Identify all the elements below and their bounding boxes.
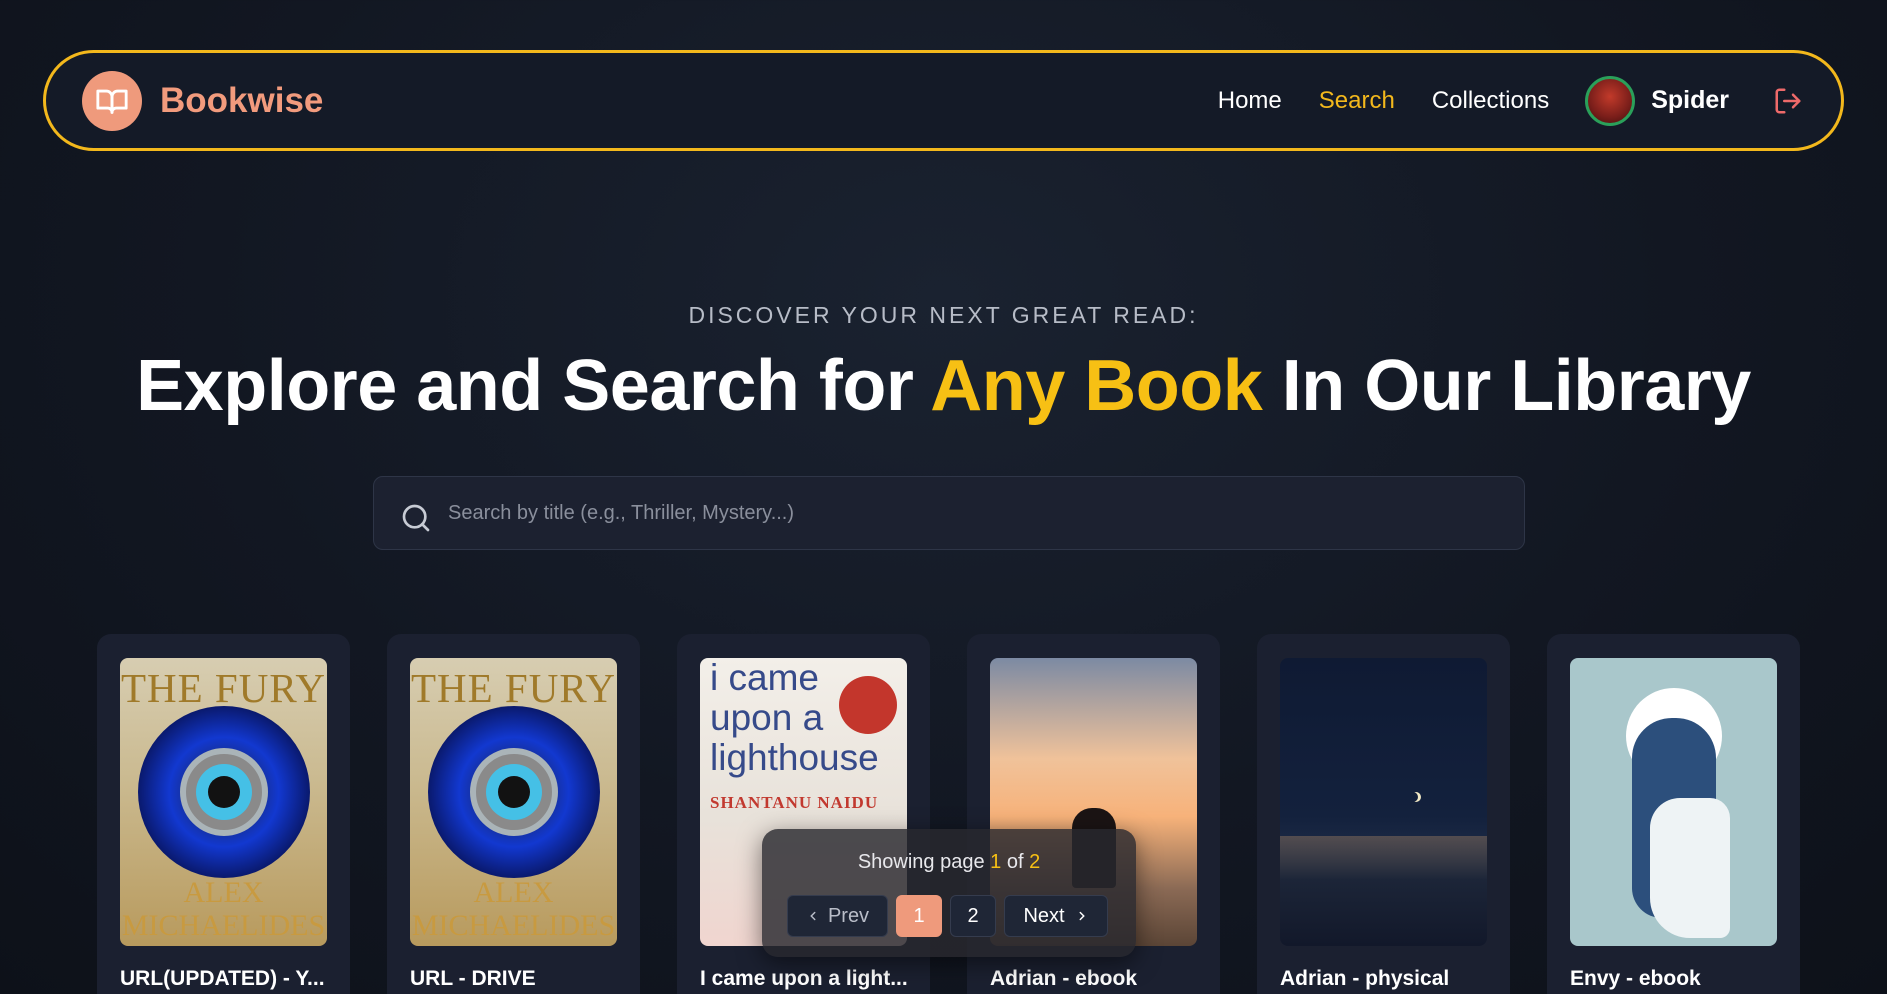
page-button-1[interactable]: 1 <box>896 895 942 937</box>
headline-highlight: Any Book <box>930 346 1263 426</box>
cover-title: THE FURY <box>120 665 327 711</box>
book-card[interactable]: THE FURY ALEX MICHAELIDES URL(UPDATED) -… <box>97 634 350 994</box>
book-title[interactable]: Envy - ebook <box>1570 967 1785 991</box>
search-input[interactable] <box>448 501 1488 525</box>
book-cover[interactable] <box>1570 658 1777 946</box>
open-book-icon <box>82 70 142 131</box>
avatar[interactable] <box>1585 75 1636 126</box>
pagination: Showing page 1 of 2 Prev 1 2 Next <box>762 829 1136 957</box>
book-title[interactable]: I came upon a light... <box>700 967 915 991</box>
headline-text-2: In Our Library <box>1262 346 1752 426</box>
cover-badge <box>839 676 897 734</box>
cover-author: ALEX MICHAELIDES <box>121 876 326 942</box>
search-icon <box>402 504 430 532</box>
user-name: Spider <box>1651 86 1729 114</box>
cover-title: THE FURY <box>410 665 617 711</box>
headline-text-1: Explore and Search for <box>136 346 931 426</box>
logout-button[interactable] <box>1771 84 1805 118</box>
book-card[interactable]: Adrian - physical <box>1257 634 1510 994</box>
search-bar[interactable] <box>373 476 1525 550</box>
book-title[interactable]: URL - DRIVE <box>410 967 625 991</box>
page-button-2[interactable]: 2 <box>950 895 996 937</box>
brand[interactable]: Bookwise <box>82 70 324 131</box>
nav-links: Home Search Collections Spider <box>1181 75 1805 126</box>
top-navbar: Bookwise Home Search Collections Spider <box>43 50 1844 151</box>
user-profile[interactable]: Spider <box>1585 75 1729 126</box>
book-card[interactable]: Envy - ebook <box>1547 634 1800 994</box>
chevron-left-icon <box>810 911 816 921</box>
brand-name: Bookwise <box>160 80 324 120</box>
nav-link-collections[interactable]: Collections <box>1432 87 1549 115</box>
page-title: Explore and Search for Any Book In Our L… <box>0 345 1887 427</box>
prev-button[interactable]: Prev <box>787 895 888 937</box>
nav-link-home[interactable]: Home <box>1218 87 1282 115</box>
hero-eyebrow: DISCOVER YOUR NEXT GREAT READ: <box>688 302 1199 328</box>
cover-author: ALEX MICHAELIDES <box>411 876 616 942</box>
total-pages: 2 <box>1029 851 1041 873</box>
pagination-buttons: Prev 1 2 Next <box>787 895 1108 937</box>
moon-icon <box>1408 792 1418 802</box>
book-cover[interactable]: THE FURY ALEX MICHAELIDES <box>410 658 617 946</box>
current-page: 1 <box>990 851 1002 873</box>
nav-link-search[interactable]: Search <box>1319 87 1395 115</box>
book-cover[interactable]: THE FURY ALEX MICHAELIDES <box>120 658 327 946</box>
cover-author: SHANTANU NAIDU <box>710 793 879 812</box>
book-title[interactable]: Adrian - physical <box>1280 967 1495 991</box>
book-card[interactable]: THE FURY ALEX MICHAELIDES URL - DRIVE <box>387 634 640 994</box>
city-art <box>1280 836 1487 946</box>
logout-icon <box>1775 88 1801 113</box>
next-button[interactable]: Next <box>1004 895 1108 937</box>
book-title[interactable]: URL(UPDATED) - Y... <box>120 967 335 991</box>
pagination-status: Showing page 1 of 2 <box>857 851 1041 873</box>
chevron-right-icon <box>1079 911 1085 921</box>
book-cover[interactable] <box>1280 658 1487 946</box>
book-title[interactable]: Adrian - ebook <box>990 967 1205 991</box>
